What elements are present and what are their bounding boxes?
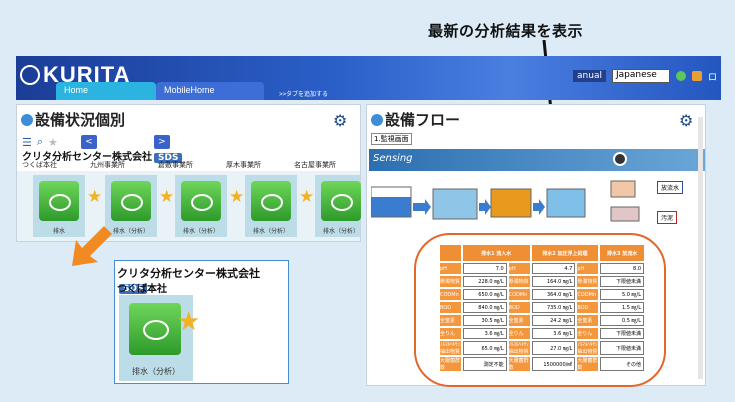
- gear-icon[interactable]: ⚙: [333, 111, 347, 130]
- site-name: 厚木事業所: [226, 161, 261, 169]
- language-select[interactable]: Japanese: [611, 69, 670, 83]
- equipment-card[interactable]: 排水（分析）: [245, 175, 297, 237]
- tank-icon: [181, 181, 221, 221]
- favorite-star-icon[interactable]: ★: [177, 307, 200, 337]
- star-icon[interactable]: ★: [299, 187, 314, 207]
- tab-home[interactable]: Home: [56, 82, 156, 100]
- settings-icon[interactable]: [675, 71, 686, 81]
- site-name: つくば本社: [22, 161, 57, 169]
- site-name: 名古屋事業所: [294, 161, 336, 169]
- sensing-bar: Sensing: [369, 149, 705, 171]
- site-name: 九州事業所: [90, 161, 125, 169]
- site-name: 倉敷事業所: [158, 161, 193, 169]
- zoom-arrow: [72, 226, 112, 266]
- right-panel-title: 設備フロー: [385, 111, 461, 129]
- scrollbar[interactable]: [698, 117, 703, 379]
- list-icon[interactable]: ☰: [22, 136, 32, 149]
- callout-text: 最新の分析結果を表示: [428, 22, 584, 40]
- app-header: KURITA Home MobileHome >>タブを追加する anual J…: [16, 56, 721, 100]
- star-icon[interactable]: ★: [87, 187, 102, 207]
- gear-icon[interactable]: ⚙: [679, 111, 693, 130]
- tank-icon: [129, 303, 181, 355]
- book-icon[interactable]: [691, 71, 702, 81]
- tank-icon: [39, 181, 79, 221]
- star-icon[interactable]: ★: [48, 136, 58, 149]
- user-icon[interactable]: ロ: [708, 70, 717, 83]
- process-flow-diagram: [371, 180, 640, 222]
- site-name: つくば本社: [117, 284, 167, 295]
- info-icon: [371, 114, 383, 126]
- tank-icon: [321, 181, 361, 221]
- tab-mobilehome[interactable]: MobileHome: [156, 82, 264, 100]
- view-select[interactable]: 1.監視画面: [371, 133, 412, 145]
- prev-button[interactable]: <: [80, 135, 97, 149]
- search-icon[interactable]: ⌕: [37, 135, 43, 149]
- output-treated-label: 放流水: [657, 181, 684, 194]
- info-icon: [21, 114, 33, 126]
- tank-icon: [111, 181, 151, 221]
- equipment-card[interactable]: 排水（分析）: [315, 175, 361, 237]
- add-tab-link[interactable]: >>タブを追加する: [271, 86, 336, 100]
- clock-icon: [613, 152, 627, 166]
- star-icon[interactable]: ★: [159, 187, 174, 207]
- star-icon[interactable]: ★: [229, 187, 244, 207]
- highlight-oval: [414, 233, 666, 387]
- zoomed-card-panel: クリタ分析センター株式会社SDS つくば本社 排水（分析） ★: [114, 260, 289, 384]
- next-button[interactable]: >: [153, 135, 170, 149]
- manual-link[interactable]: anual: [573, 70, 606, 82]
- tank-icon: [251, 181, 291, 221]
- output-sludge-label: 汚泥: [657, 211, 678, 224]
- left-panel-title: 設備状況個別: [35, 111, 126, 129]
- equipment-card[interactable]: 排水（分析）: [175, 175, 227, 237]
